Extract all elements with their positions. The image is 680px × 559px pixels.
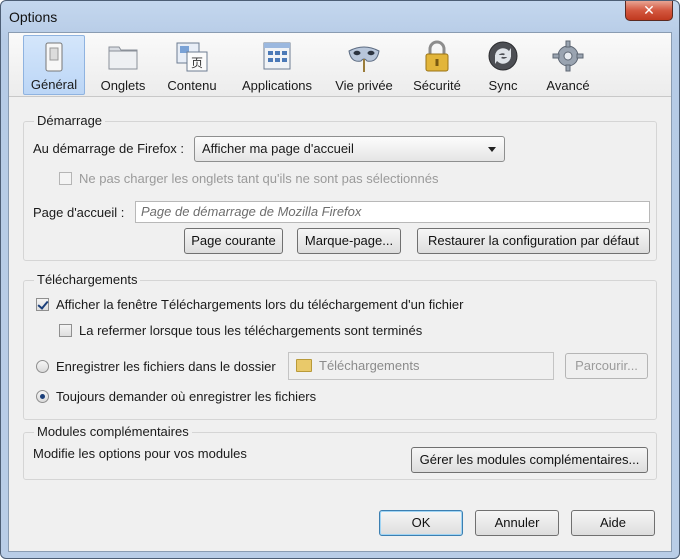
downloads-group-title: Téléchargements — [34, 272, 141, 287]
close-button[interactable]: ✕ — [625, 1, 673, 21]
tab-privacy[interactable]: Vie privée — [329, 35, 399, 95]
homepage-input[interactable]: Page de démarrage de Mozilla Firefox — [135, 201, 650, 223]
dont-load-tabs-label: Ne pas charger les onglets tant qu'ils n… — [79, 171, 439, 186]
tab-applications[interactable]: Applications — [231, 35, 323, 95]
dont-load-tabs-checkbox[interactable] — [59, 172, 72, 185]
use-bookmark-button[interactable]: Marque-page... — [297, 228, 401, 254]
tab-label: Sync — [488, 78, 518, 93]
browse-button[interactable]: Parcourir... — [565, 353, 648, 379]
tab-label: Sécurité — [413, 78, 461, 93]
tab-general[interactable]: Général — [23, 35, 85, 95]
folder-icon — [296, 359, 312, 372]
restore-default-button[interactable]: Restaurer la configuration par défaut — [417, 228, 650, 254]
homepage-label: Page d'accueil : — [33, 205, 125, 220]
tab-content[interactable]: 页 Contenu — [159, 35, 225, 95]
startup-dropdown[interactable]: Afficher ma page d'accueil — [194, 136, 505, 162]
tab-label: Vie privée — [335, 78, 393, 93]
chevron-down-icon — [488, 147, 496, 152]
save-to-folder-label: Enregistrer les fichiers dans le dossier — [56, 359, 276, 374]
gear-icon — [552, 40, 584, 72]
applications-icon — [263, 42, 291, 70]
help-button[interactable]: Aide — [571, 510, 655, 536]
always-ask-label: Toujours demander où enregistrer les fic… — [56, 389, 317, 404]
tabs-icon — [108, 46, 138, 70]
tab-label: Applications — [241, 78, 313, 93]
close-when-done-label: La refermer lorsque tous les téléchargem… — [79, 323, 423, 338]
tab-label: Avancé — [546, 78, 590, 93]
tab-label: Général — [30, 77, 78, 92]
cancel-button[interactable]: Annuler — [475, 510, 559, 536]
tab-sync[interactable]: Sync — [475, 35, 531, 95]
switch-icon — [45, 42, 63, 72]
tab-label: Onglets — [100, 78, 146, 93]
tab-security[interactable]: Sécurité — [407, 35, 467, 95]
close-when-done-checkbox[interactable] — [59, 324, 72, 337]
tab-tabs[interactable]: Onglets — [91, 35, 155, 95]
window-title: Options — [9, 9, 58, 25]
startup-group-title: Démarrage — [34, 113, 106, 128]
addons-description: Modifie les options pour vos modules — [33, 446, 247, 461]
sync-icon — [488, 41, 518, 71]
startup-dropdown-value: Afficher ma page d'accueil — [202, 141, 354, 156]
startup-when-label: Au démarrage de Firefox : — [33, 141, 185, 156]
use-current-page-button[interactable]: Page courante — [184, 228, 283, 254]
download-folder-value: Téléchargements — [319, 358, 420, 373]
content-icon: 页 — [176, 42, 208, 72]
show-downloads-window-checkbox[interactable] — [36, 298, 49, 311]
options-window: Options ✕ Général Onglets 页 Contenu Appl… — [0, 0, 680, 559]
always-ask-radio[interactable] — [36, 390, 49, 403]
mask-icon — [348, 46, 380, 72]
svg-text:页: 页 — [191, 56, 203, 70]
download-folder-field: Téléchargements — [288, 352, 554, 380]
dialog-client-area: Général Onglets 页 Contenu Applications V… — [8, 32, 672, 552]
show-downloads-window-label: Afficher la fenêtre Téléchargements lors… — [56, 297, 464, 312]
save-to-folder-radio[interactable] — [36, 360, 49, 373]
ok-button[interactable]: OK — [379, 510, 463, 536]
padlock-icon — [425, 40, 449, 72]
tab-advanced[interactable]: Avancé — [537, 35, 599, 95]
tab-label: Contenu — [167, 78, 217, 93]
pane-toolbar: Général Onglets 页 Contenu Applications V… — [9, 33, 671, 97]
manage-addons-button[interactable]: Gérer les modules complémentaires... — [411, 447, 648, 473]
addons-group-title: Modules complémentaires — [34, 424, 192, 439]
